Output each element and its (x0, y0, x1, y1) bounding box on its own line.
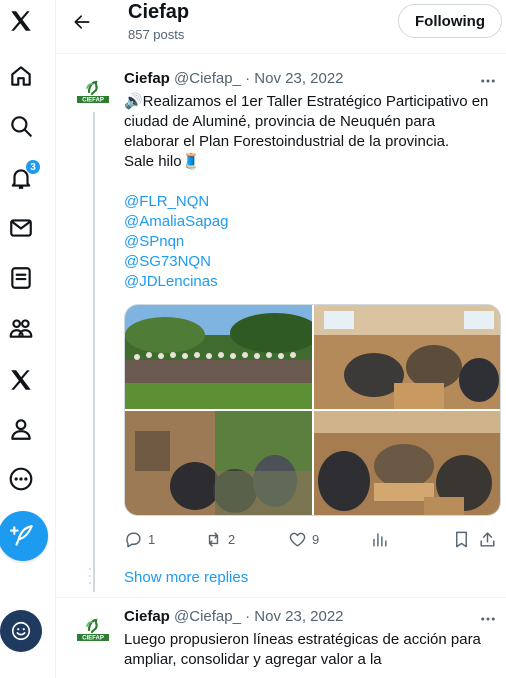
separator-dot: · (245, 608, 251, 625)
views-button[interactable] (370, 528, 389, 550)
analytics-bar-icon (373, 532, 387, 547)
reply-icon (126, 531, 141, 547)
x-logo-icon[interactable] (6, 6, 36, 36)
home-icon[interactable] (6, 61, 36, 91)
like-button[interactable]: 9 (288, 528, 319, 550)
thread-dots (89, 568, 91, 584)
bookmark-icon (456, 531, 467, 547)
search-icon[interactable] (6, 111, 36, 141)
tweet-text-line: Sale hilo🧵 (124, 153, 201, 170)
repost-button[interactable]: 2 (204, 528, 235, 550)
tweet-text: 🔊Realizamos el 1er Taller Estratégico Pa… (124, 92, 500, 292)
account-menu-button[interactable] (0, 610, 42, 652)
share-button[interactable] (478, 528, 497, 550)
tweet[interactable]: CIEFAP Ciefap @Ciefap_ · Nov 23, 2022 Lu… (56, 598, 506, 678)
communities-icon[interactable] (6, 313, 36, 343)
heart-icon (289, 532, 306, 547)
following-button[interactable]: Following (398, 4, 502, 38)
side-nav: 3 (0, 0, 56, 678)
tweet-text-line: elaborar el Plan Forestoindustrial de la… (124, 133, 450, 150)
author-handle[interactable]: @Ciefap_ (174, 608, 241, 625)
workshop-photo-room[interactable] (314, 305, 501, 409)
separator-dot: · (245, 70, 251, 87)
mention-link[interactable]: @AmaliaSapag (124, 212, 500, 232)
ciefap-avatar[interactable]: CIEFAP (76, 74, 110, 108)
tweet-text-line: ampliar, consolidar y agregar valor a la (124, 651, 382, 668)
tweet-actions: 1 2 9 (124, 528, 500, 550)
repost-count: 2 (228, 531, 236, 547)
lists-icon[interactable] (6, 263, 36, 293)
posts-count: 857 posts (128, 27, 185, 42)
tweet-header: Ciefap @Ciefap_ · Nov 23, 2022 (124, 70, 344, 87)
share-icon (480, 531, 495, 547)
messages-icon[interactable] (6, 213, 36, 243)
tweet-text-line: ciudad de Aluminé, provincia de Neuquén … (124, 113, 436, 130)
more-horizontal-icon (481, 79, 495, 83)
mention-link[interactable]: @SG73NQN (124, 252, 500, 272)
workshop-photo-tables[interactable] (314, 411, 501, 516)
ciefap-avatar[interactable]: CIEFAP (76, 612, 110, 646)
show-more-replies-link[interactable]: Show more replies (124, 569, 248, 586)
more-options-button[interactable] (478, 74, 498, 88)
tweet[interactable]: CIEFAP Ciefap @Ciefap_ · Nov 23, 2022 🔊R… (56, 54, 506, 599)
feather-plus-icon (10, 525, 33, 546)
tweet-text-line: 🔊Realizamos el 1er Taller Estratégico Pa… (124, 93, 489, 110)
back-button[interactable] (68, 8, 96, 36)
workshop-photo-terrace[interactable] (125, 411, 312, 516)
page-title: Ciefap (128, 1, 190, 23)
like-count: 9 (312, 531, 320, 547)
post-date[interactable]: Nov 23, 2022 (254, 608, 343, 625)
profile-icon[interactable] (6, 414, 36, 444)
group-photo-outdoor[interactable] (125, 305, 312, 409)
tweet-text-line: Luego propusieron líneas estratégicas de… (124, 631, 481, 648)
avatar-logo-text: CIEFAP (82, 98, 104, 104)
tweet-header: Ciefap @Ciefap_ · Nov 23, 2022 (124, 608, 344, 625)
account-avatar (11, 621, 31, 641)
reply-button[interactable]: 1 (124, 528, 155, 550)
avatar-logo-text: CIEFAP (82, 636, 104, 642)
profile-header: Ciefap 857 posts Following (56, 0, 506, 54)
notifications-icon[interactable]: 3 (6, 159, 41, 193)
compose-post-button[interactable] (0, 511, 48, 561)
mention-link[interactable]: @JDLencinas (124, 272, 500, 292)
premium-x-icon[interactable] (6, 365, 36, 395)
notification-badge: 3 (25, 159, 41, 175)
reply-count: 1 (148, 531, 156, 547)
arrow-left-icon (74, 15, 90, 29)
media-grid (124, 304, 501, 516)
author-name[interactable]: Ciefap (124, 608, 170, 625)
mention-link[interactable]: @FLR_NQN (124, 192, 500, 212)
tweet-text: Luego propusieron líneas estratégicas de… (124, 630, 500, 670)
bookmark-button[interactable] (452, 528, 471, 550)
post-date[interactable]: Nov 23, 2022 (254, 70, 343, 87)
repost-icon (208, 531, 219, 547)
more-options-button[interactable] (478, 612, 498, 626)
more-horizontal-icon (481, 617, 495, 621)
author-name[interactable]: Ciefap (124, 70, 170, 87)
mention-link[interactable]: @SPnqn (124, 232, 500, 252)
more-circle-icon[interactable] (6, 464, 36, 494)
author-handle[interactable]: @Ciefap_ (174, 70, 241, 87)
thread-line (93, 112, 95, 592)
